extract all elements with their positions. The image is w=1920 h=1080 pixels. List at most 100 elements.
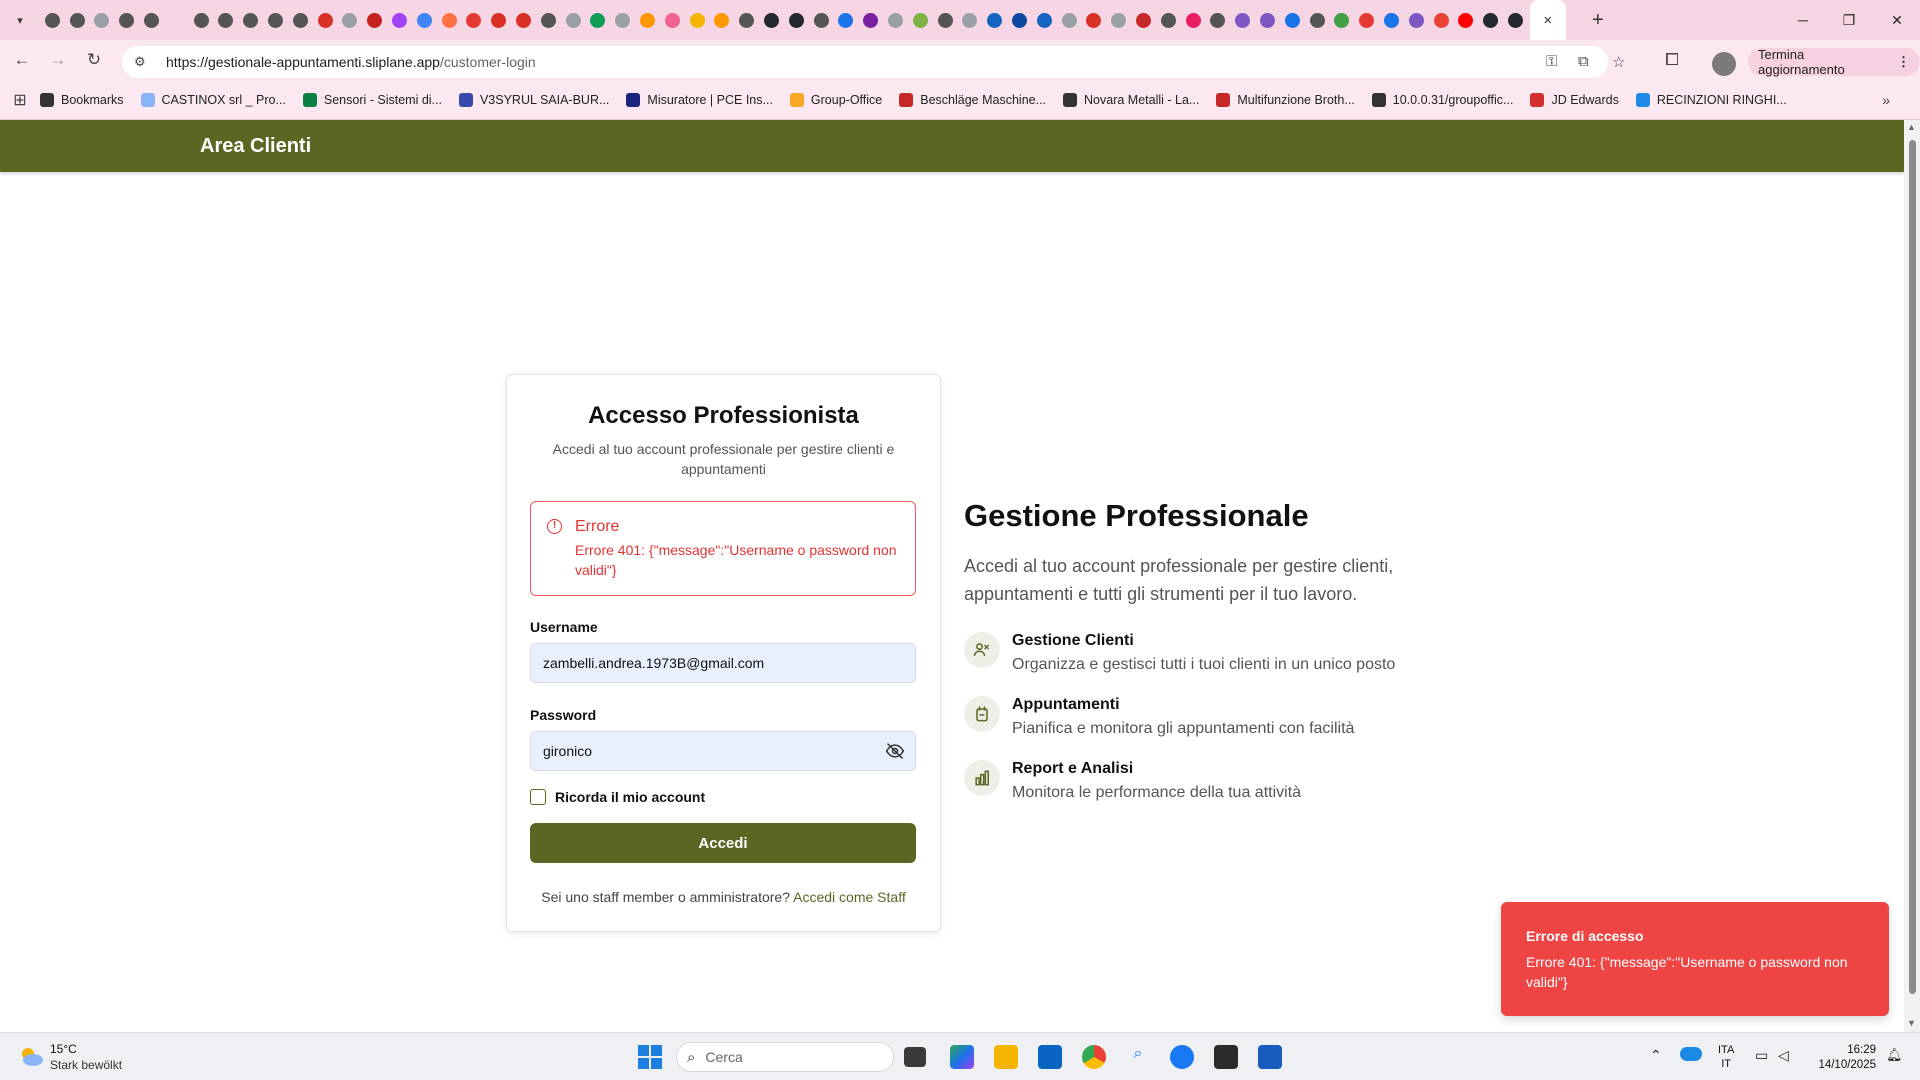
browser-tab[interactable] (1478, 0, 1503, 40)
scroll-thumb[interactable] (1909, 140, 1916, 994)
copilot-icon[interactable] (950, 1045, 974, 1069)
bookmark-item[interactable]: 10.0.0.31/groupoffic... (1371, 92, 1513, 107)
bookmark-item[interactable]: Novara Metalli - La... (1063, 92, 1199, 107)
outlook-icon[interactable] (1038, 1045, 1062, 1069)
url-text[interactable]: https://gestionale-appuntamenti.sliplane… (166, 54, 536, 70)
browser-tab[interactable] (1230, 0, 1255, 40)
reload-button[interactable]: ↻ (80, 46, 108, 74)
browser-tab[interactable] (1057, 0, 1082, 40)
browser-tab[interactable] (957, 0, 982, 40)
password-key-icon[interactable]: ⚿ (1546, 53, 1557, 70)
browser-tab[interactable] (1354, 0, 1379, 40)
weather-desc[interactable]: Stark bewölkt (50, 1058, 122, 1072)
clock[interactable]: 16:29 14/10/2025 (1800, 1043, 1876, 1073)
browser-tab[interactable] (1032, 0, 1057, 40)
browser-tab[interactable] (139, 0, 164, 40)
browser-tab[interactable] (288, 0, 313, 40)
network-icon[interactable]: ▭ (1755, 1047, 1768, 1064)
profile-avatar[interactable] (1712, 52, 1736, 76)
browser-tab[interactable] (610, 0, 635, 40)
login-button[interactable]: Accedi (530, 823, 916, 863)
bookmark-item[interactable]: RECINZIONI RINGHI... (1635, 92, 1787, 107)
facebook-icon[interactable] (1170, 1045, 1194, 1069)
browser-tab[interactable] (883, 0, 908, 40)
browser-tab[interactable] (1106, 0, 1131, 40)
bookmark-item[interactable]: Misuratore | PCE Ins... (626, 92, 773, 107)
browser-tab[interactable] (263, 0, 288, 40)
browser-tab[interactable] (114, 0, 139, 40)
weather-temp[interactable]: 15°C (50, 1042, 77, 1056)
browser-tab[interactable] (734, 0, 759, 40)
browser-tab[interactable] (635, 0, 660, 40)
forward-button[interactable]: → (44, 46, 72, 74)
close-tab-icon[interactable]: × (1543, 12, 1552, 29)
taskbar-search[interactable]: ⌕ Cerca (676, 1042, 894, 1072)
remember-checkbox[interactable] (530, 789, 546, 805)
start-button[interactable] (638, 1045, 662, 1069)
page-scrollbar[interactable]: ▲ ▼ (1904, 120, 1920, 1032)
password-input[interactable]: gironico (530, 731, 916, 771)
browser-tab[interactable] (214, 0, 239, 40)
word-icon[interactable] (1258, 1045, 1282, 1069)
maximize-button[interactable]: ❐ (1826, 0, 1872, 40)
bookmark-item[interactable]: Sensori - Sistemi di... (302, 92, 442, 107)
close-window-button[interactable]: ✕ (1874, 0, 1920, 40)
browser-tab[interactable] (982, 0, 1007, 40)
minimize-button[interactable]: ─ (1780, 0, 1826, 40)
active-tab[interactable]: × (1529, 0, 1566, 40)
bookmark-item[interactable]: V3SYRUL SAIA-BUR... (458, 92, 609, 107)
browser-tab[interactable] (362, 0, 387, 40)
browser-tab[interactable] (685, 0, 710, 40)
bookmark-item[interactable]: CASTINOX srl _ Pro... (140, 92, 286, 107)
bookmark-item[interactable]: Group-Office (789, 92, 882, 107)
browser-tab[interactable] (1131, 0, 1156, 40)
browser-tab[interactable] (660, 0, 685, 40)
bookmarks-overflow-icon[interactable]: » (1882, 92, 1890, 108)
browser-tab[interactable] (1305, 0, 1330, 40)
back-button[interactable]: ← (8, 46, 36, 74)
browser-tab[interactable] (164, 0, 189, 40)
bookmark-item[interactable]: Multifunzione Broth... (1216, 92, 1355, 107)
browser-tab[interactable] (90, 0, 115, 40)
browser-tab[interactable] (65, 0, 90, 40)
browser-tab[interactable] (784, 0, 809, 40)
browser-tab[interactable] (462, 0, 487, 40)
browser-tab[interactable] (1453, 0, 1478, 40)
browser-tab[interactable] (561, 0, 586, 40)
bookmark-item[interactable]: JD Edwards (1530, 92, 1619, 107)
volume-icon[interactable]: ◁ (1778, 1047, 1789, 1064)
scroll-down-icon[interactable]: ▼ (1907, 1018, 1916, 1028)
bookmark-star-icon[interactable]: ☆ (1612, 53, 1625, 71)
browser-tab[interactable] (710, 0, 735, 40)
weather-cloud-icon[interactable] (18, 1045, 44, 1067)
eye-off-icon[interactable] (885, 741, 905, 761)
browser-tab[interactable] (1429, 0, 1454, 40)
browser-tab[interactable] (189, 0, 214, 40)
browser-tab[interactable] (412, 0, 437, 40)
browser-tab[interactable] (387, 0, 412, 40)
browser-tab[interactable] (238, 0, 263, 40)
browser-tab[interactable] (1329, 0, 1354, 40)
browser-tab[interactable] (858, 0, 883, 40)
store-icon[interactable] (1214, 1045, 1238, 1069)
browser-tab[interactable] (933, 0, 958, 40)
tray-overflow-icon[interactable]: ⌃ (1650, 1047, 1662, 1064)
browser-tab[interactable] (1379, 0, 1404, 40)
notification-bell-icon[interactable]: 🔔︎ (1886, 1047, 1903, 1063)
error-toast[interactable]: Errore di accesso Errore 401: {"message"… (1501, 902, 1889, 1016)
username-input[interactable]: zambelli.andrea.1973B@gmail.com (530, 643, 916, 683)
browser-tab[interactable] (1156, 0, 1181, 40)
browser-tab[interactable] (759, 0, 784, 40)
bookmark-item[interactable]: Bookmarks (40, 92, 124, 107)
new-tab-button[interactable]: + (1584, 9, 1612, 32)
input-language[interactable]: ITA IT (1718, 1043, 1734, 1071)
scroll-up-icon[interactable]: ▲ (1907, 122, 1916, 132)
browser-tab[interactable] (1280, 0, 1305, 40)
staff-login-link[interactable]: Accedi come Staff (793, 889, 906, 905)
browser-tab[interactable] (908, 0, 933, 40)
magnifier-app-icon[interactable]: ⌕ (1126, 1045, 1150, 1069)
file-explorer-icon[interactable] (994, 1045, 1018, 1069)
chrome-icon[interactable] (1082, 1045, 1106, 1069)
site-info-icon[interactable]: ⚙ (134, 54, 156, 70)
browser-tab[interactable] (1205, 0, 1230, 40)
